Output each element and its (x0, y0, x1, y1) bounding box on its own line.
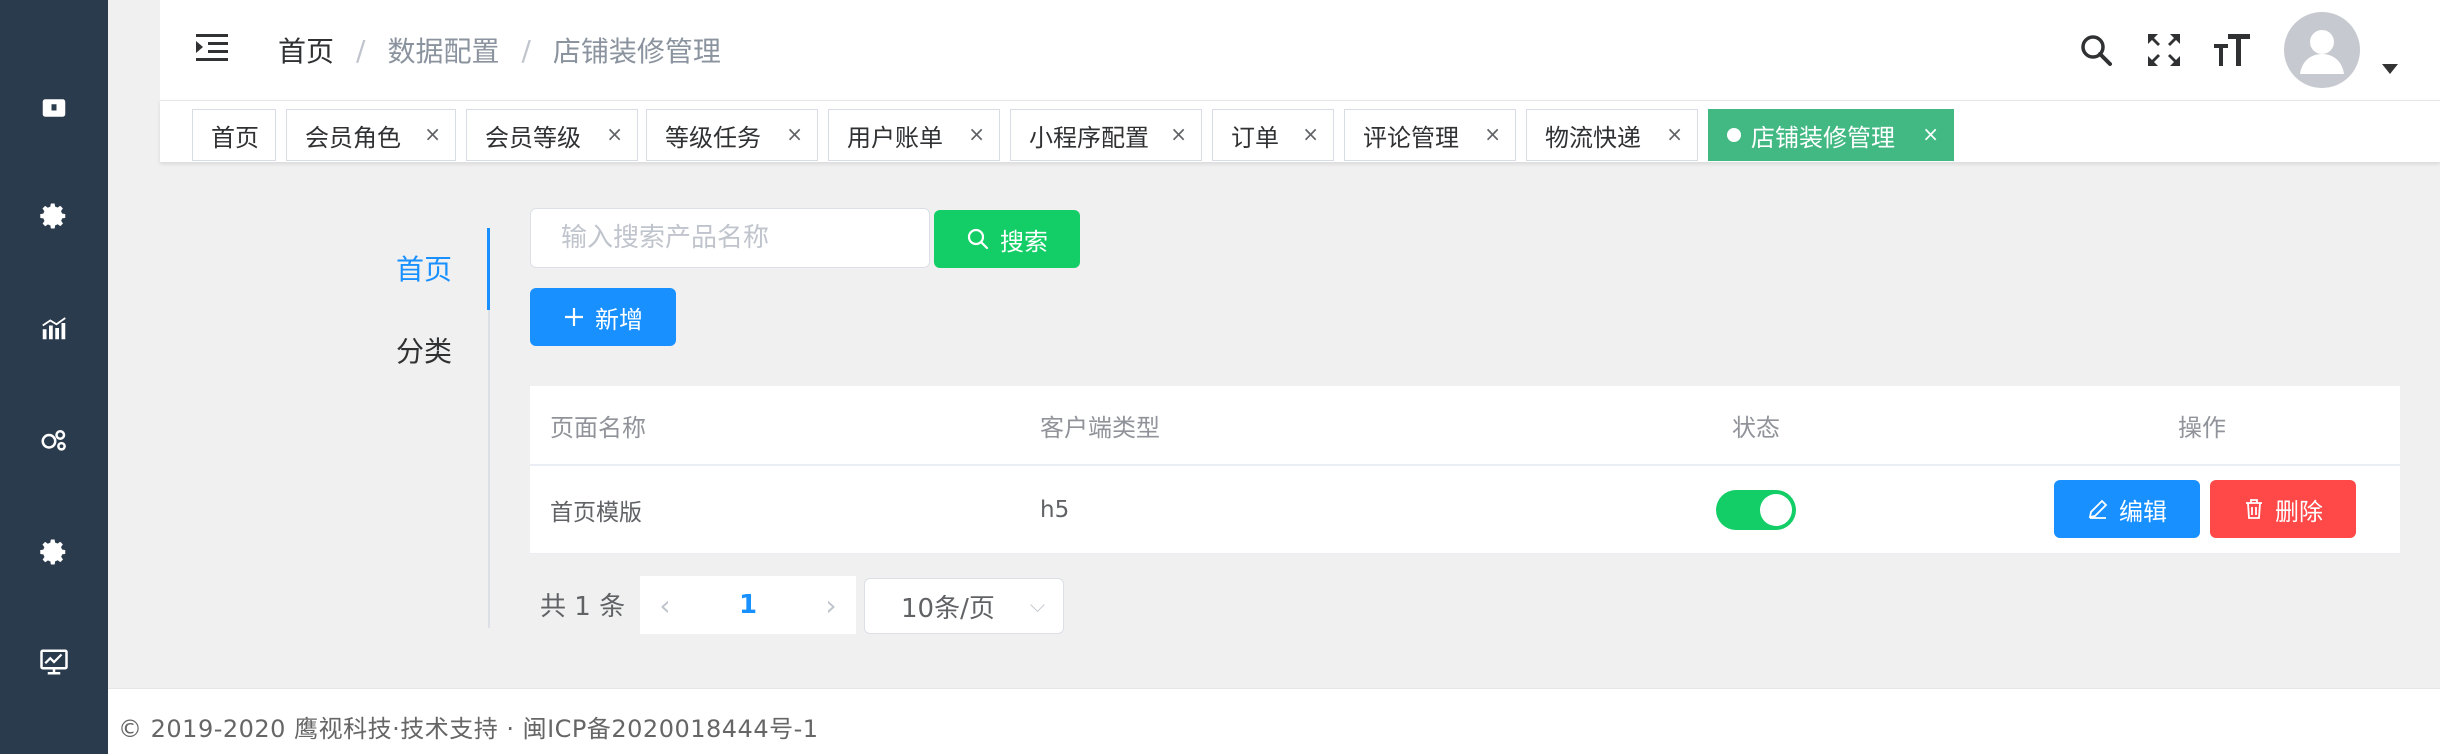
breadcrumb-home[interactable]: 首页 (278, 30, 334, 70)
chart-icon[interactable] (36, 310, 72, 346)
breadcrumb-separator: / (521, 33, 531, 67)
trash-icon (2246, 499, 2262, 519)
page-number[interactable]: 1 (690, 576, 806, 634)
header-client-type: 客户端类型 (1040, 413, 1160, 442)
user-avatar[interactable] (2284, 12, 2360, 88)
pagination: ‹ 1 › (640, 576, 856, 634)
tag-label: 用户账单 (847, 123, 943, 152)
page-size-select[interactable]: 10条/页 ⌵ (864, 578, 1064, 634)
prev-page-chevron-icon[interactable]: ‹ (640, 576, 690, 634)
tag-label: 会员角色 (305, 123, 401, 152)
close-icon[interactable]: × (968, 122, 985, 146)
tag-comment-manage[interactable]: 评论管理 × (1344, 109, 1516, 161)
tag-member-role[interactable]: 会员角色 × (286, 109, 456, 161)
edit-button[interactable]: 编辑 (2054, 480, 2200, 538)
table-row: 首页模版 h5 编辑 删除 (530, 466, 2400, 554)
search-icon[interactable] (2076, 28, 2116, 72)
header-actions: 操作 (2178, 413, 2226, 442)
member-icon[interactable] (36, 422, 72, 458)
tag-member-level[interactable]: 会员等级 × (466, 109, 638, 161)
font-size-icon[interactable] (2212, 28, 2252, 72)
top-navbar: 首页 / 数据配置 / 店铺装修管理 (160, 0, 2440, 100)
breadcrumb-current: 店铺装修管理 (552, 35, 721, 68)
add-button[interactable]: 新增 (530, 288, 676, 346)
tag-label: 评论管理 (1363, 123, 1459, 152)
delete-button-label: 删除 (2275, 497, 2323, 526)
edit-icon (2088, 499, 2108, 519)
header-page-name: 页面名称 (550, 413, 646, 442)
search-button[interactable]: 搜索 (934, 210, 1080, 268)
tag-orders[interactable]: 订单 × (1212, 109, 1334, 161)
close-icon[interactable]: × (1922, 122, 1939, 146)
close-icon[interactable]: × (1302, 122, 1319, 146)
tag-label: 店铺装修管理 (1751, 123, 1895, 152)
tag-label: 小程序配置 (1029, 123, 1149, 152)
tab-home[interactable]: 首页 (322, 248, 452, 288)
tag-miniprogram-config[interactable]: 小程序配置 × (1010, 109, 1202, 161)
plus-icon (565, 308, 583, 326)
close-icon[interactable]: × (1170, 122, 1187, 146)
breadcrumb: 首页 / 数据配置 / 店铺装修管理 (278, 30, 721, 70)
toggle-knob (1760, 494, 1792, 526)
tag-label: 订单 (1231, 123, 1279, 152)
tag-level-task[interactable]: 等级任务 × (646, 109, 818, 161)
tag-user-bill[interactable]: 用户账单 × (828, 109, 1000, 161)
monitor-icon[interactable] (36, 644, 72, 680)
close-icon[interactable]: × (424, 122, 441, 146)
edit-button-label: 编辑 (2119, 497, 2167, 526)
tab-category[interactable]: 分类 (322, 330, 452, 370)
table-header: 页面名称 客户端类型 状态 操作 (530, 386, 2400, 466)
close-icon[interactable]: × (1666, 122, 1683, 146)
pagination-total: 共 1 条 (540, 592, 626, 622)
tags-view-bar: 首页 会员角色 × 会员等级 × 等级任务 × 用户账单 × 小程序配置 × 订… (160, 100, 2440, 162)
tag-label: 会员等级 (485, 123, 581, 152)
search-button-label: 搜索 (1000, 227, 1048, 256)
search-icon (967, 228, 989, 250)
tag-label: 等级任务 (665, 123, 761, 152)
next-page-chevron-icon[interactable]: › (806, 576, 856, 634)
cell-client-type: h5 (1040, 496, 1070, 523)
add-button-label: 新增 (595, 305, 643, 334)
vertical-tab-active-indicator (487, 228, 490, 310)
status-toggle[interactable] (1716, 490, 1796, 530)
pages-table: 页面名称 客户端类型 状态 操作 首页模版 h5 编辑 删除 (530, 386, 2400, 554)
header-status: 状态 (1732, 413, 1780, 442)
cell-page-name: 首页模版 (550, 499, 642, 526)
tag-label: 首页 (211, 123, 259, 152)
fullscreen-icon[interactable] (2144, 28, 2184, 72)
chevron-down-icon: ⌵ (1029, 593, 1045, 617)
user-menu-caret-icon[interactable] (2382, 64, 2398, 74)
delete-button[interactable]: 删除 (2210, 480, 2356, 538)
hamburger-icon[interactable] (194, 30, 230, 66)
tag-home[interactable]: 首页 (192, 109, 276, 161)
close-icon[interactable]: × (1484, 122, 1501, 146)
tag-label: 物流快递 (1545, 123, 1641, 152)
dashboard-icon[interactable] (36, 90, 72, 126)
settings-gear-icon[interactable] (36, 198, 72, 234)
search-input[interactable] (530, 208, 930, 268)
sidebar (0, 0, 108, 754)
close-icon[interactable]: × (606, 122, 623, 146)
footer: © 2019-2020 鹰视科技·技术支持 · 闽ICP备2020018444号… (108, 688, 2440, 754)
page-size-value: 10条/页 (901, 593, 995, 624)
breadcrumb-separator: / (356, 33, 366, 67)
tag-logistics[interactable]: 物流快递 × (1526, 109, 1698, 161)
breadcrumb-data-config: 数据配置 (387, 35, 500, 68)
config-gear-icon[interactable] (36, 534, 72, 570)
copyright-text: © 2019-2020 鹰视科技·技术支持 · 闽ICP备2020018444号… (118, 715, 819, 743)
active-dot (1727, 128, 1741, 142)
tag-store-decoration[interactable]: 店铺装修管理 × (1708, 109, 1954, 161)
close-icon[interactable]: × (786, 122, 803, 146)
